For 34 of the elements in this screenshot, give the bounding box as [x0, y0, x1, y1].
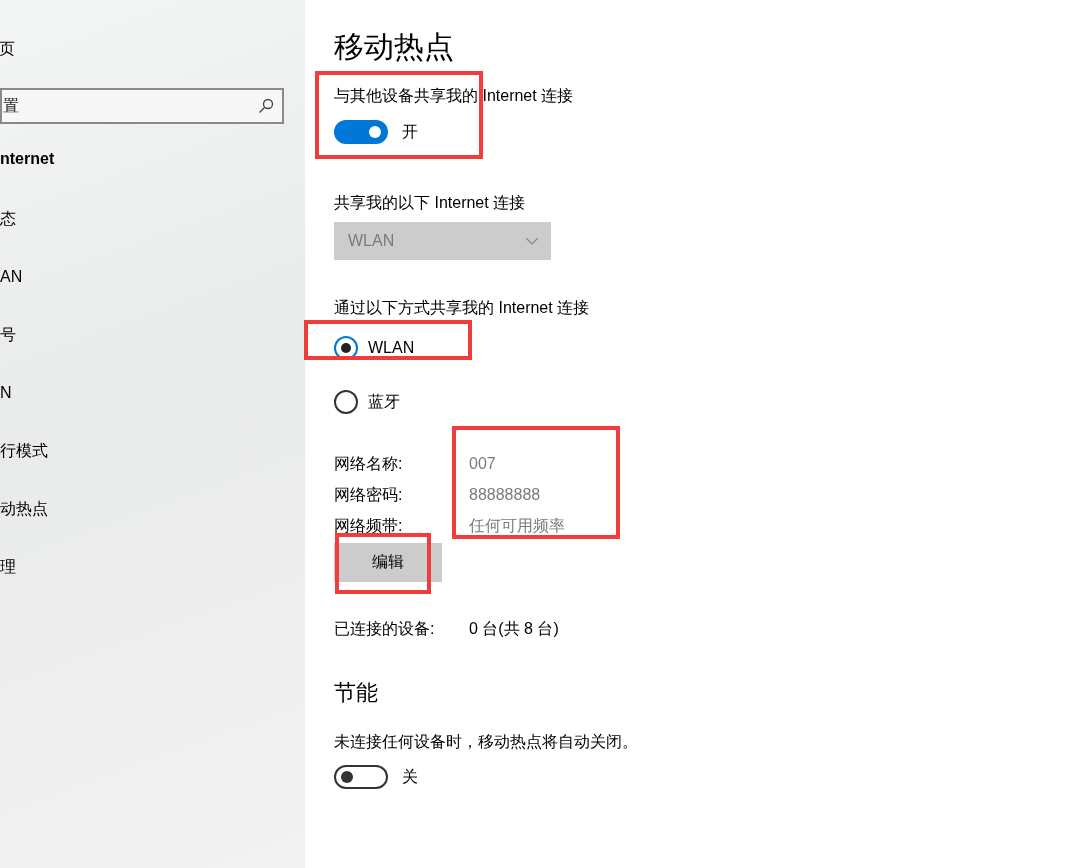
home-link[interactable]: 页 [0, 36, 305, 62]
page-title: 移动热点 [334, 29, 455, 65]
setting-label: 与其他设备共享我的 Internet 连接 [334, 86, 575, 106]
field-value: 0 台(共 8 台) [469, 619, 560, 639]
sidebar-item[interactable]: 动热点 [0, 497, 305, 555]
field-value: 任何可用频率 [469, 516, 565, 536]
sidebar-item[interactable]: 态 [0, 207, 305, 265]
toggle-switch[interactable] [334, 765, 388, 789]
setting-label: 共享我的以下 Internet 连接 [334, 193, 527, 213]
chevron-down-icon [525, 237, 539, 245]
field-value: 88888888 [469, 485, 542, 505]
sidebar-item[interactable]: AN [0, 265, 305, 323]
toggle-state: 关 [402, 766, 418, 787]
setting-label: 通过以下方式共享我的 Internet 连接 [334, 298, 591, 318]
field-label: 已连接的设备: [334, 619, 436, 639]
sidebar-item[interactable]: 号 [0, 323, 305, 381]
sidebar-item[interactable]: 理 [0, 555, 305, 613]
radio-button[interactable] [334, 390, 358, 414]
toggle-state: 开 [402, 121, 418, 142]
sidebar-item[interactable]: N [0, 381, 305, 439]
edit-button[interactable]: 编辑 [334, 543, 442, 582]
radio-option[interactable]: WLAN [334, 335, 415, 361]
field-value: 007 [469, 454, 497, 474]
section-heading: nternet [0, 150, 56, 169]
field-label: 网络名称: [334, 454, 404, 474]
field-label: 网络频带: [334, 516, 404, 536]
search-field[interactable]: 置 [0, 88, 284, 124]
setting-description: 未连接任何设备时，移动热点将自动关闭。 [334, 732, 639, 752]
field-label: 网络密码: [334, 485, 404, 505]
toggle-switch[interactable] [334, 120, 388, 144]
sidebar-item[interactable]: 行模式 [0, 439, 305, 497]
search-icon [258, 98, 274, 114]
radio-option[interactable]: 蓝牙 [334, 389, 400, 415]
section-heading: 节能 [334, 679, 379, 707]
